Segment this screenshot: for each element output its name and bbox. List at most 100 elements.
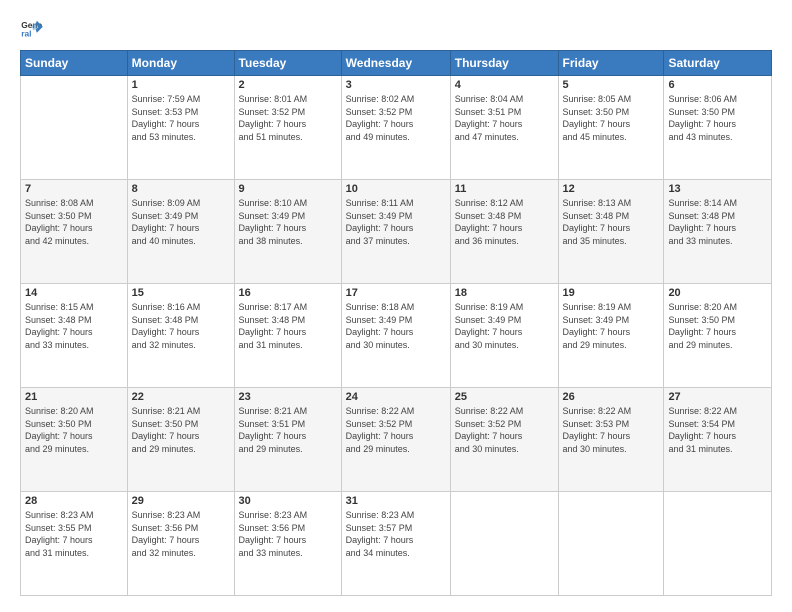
calendar-cell: 7 Sunrise: 8:08 AM Sunset: 3:50 PM Daylig…	[21, 180, 128, 284]
day-info: Sunrise: 8:13 AM Sunset: 3:48 PM Dayligh…	[563, 197, 660, 247]
day-number: 26	[563, 391, 660, 403]
calendar-cell: 22 Sunrise: 8:21 AM Sunset: 3:50 PM Dayli…	[127, 388, 234, 492]
day-number: 3	[346, 79, 446, 91]
day-info: Sunrise: 8:23 AM Sunset: 3:56 PM Dayligh…	[132, 509, 230, 559]
weekday-header-thursday: Thursday	[450, 51, 558, 76]
day-number: 18	[455, 287, 554, 299]
day-info: Sunrise: 8:06 AM Sunset: 3:50 PM Dayligh…	[668, 93, 767, 143]
day-number: 28	[25, 495, 123, 507]
day-info: Sunrise: 8:21 AM Sunset: 3:51 PM Dayligh…	[239, 405, 337, 455]
day-number: 19	[563, 287, 660, 299]
day-number: 27	[668, 391, 767, 403]
day-number: 13	[668, 183, 767, 195]
logo-icon: Gene ral	[20, 16, 44, 40]
calendar-cell: 8Sunrise: 8:09 AM Sunset: 3:49 PM Daylig…	[127, 180, 234, 284]
calendar-week-row: 28 Sunrise: 8:23 AM Sunset: 3:55 PM Dayli…	[21, 492, 772, 596]
day-number: 1	[132, 79, 230, 91]
day-info: Sunrise: 8:16 AM Sunset: 3:48 PM Dayligh…	[132, 301, 230, 351]
calendar-cell: 29 Sunrise: 8:23 AM Sunset: 3:56 PM Dayli…	[127, 492, 234, 596]
calendar-cell: 2 Sunrise: 8:01 AM Sunset: 3:52 PM Daylig…	[234, 76, 341, 180]
logo: Gene ral	[20, 16, 48, 40]
day-number: 25	[455, 391, 554, 403]
calendar-cell: 9Sunrise: 8:10 AM Sunset: 3:49 PM Daylig…	[234, 180, 341, 284]
calendar-cell: 26 Sunrise: 8:22 AM Sunset: 3:53 PM Dayli…	[558, 388, 664, 492]
day-info: Sunrise: 8:19 AM Sunset: 3:49 PM Dayligh…	[455, 301, 554, 351]
calendar-cell: 20 Sunrise: 8:20 AM Sunset: 3:50 PM Dayli…	[664, 284, 772, 388]
day-number: 30	[239, 495, 337, 507]
calendar-cell	[664, 492, 772, 596]
day-info: Sunrise: 8:15 AM Sunset: 3:48 PM Dayligh…	[25, 301, 123, 351]
day-number: 11	[455, 183, 554, 195]
calendar-cell	[21, 76, 128, 180]
weekday-header-tuesday: Tuesday	[234, 51, 341, 76]
day-info: Sunrise: 8:04 AM Sunset: 3:51 PM Dayligh…	[455, 93, 554, 143]
calendar-cell: 1Sunrise: 7:59 AM Sunset: 3:53 PM Daylig…	[127, 76, 234, 180]
calendar-cell: 6 Sunrise: 8:06 AM Sunset: 3:50 PM Daylig…	[664, 76, 772, 180]
day-info: Sunrise: 8:01 AM Sunset: 3:52 PM Dayligh…	[239, 93, 337, 143]
calendar-cell: 16 Sunrise: 8:17 AM Sunset: 3:48 PM Dayli…	[234, 284, 341, 388]
calendar-week-row: 1Sunrise: 7:59 AM Sunset: 3:53 PM Daylig…	[21, 76, 772, 180]
calendar-cell: 21Sunrise: 8:20 AM Sunset: 3:50 PM Dayli…	[21, 388, 128, 492]
day-info: Sunrise: 8:22 AM Sunset: 3:52 PM Dayligh…	[455, 405, 554, 455]
calendar-cell: 12 Sunrise: 8:13 AM Sunset: 3:48 PM Dayli…	[558, 180, 664, 284]
calendar-cell: 28 Sunrise: 8:23 AM Sunset: 3:55 PM Dayli…	[21, 492, 128, 596]
calendar-cell: 11 Sunrise: 8:12 AM Sunset: 3:48 PM Dayli…	[450, 180, 558, 284]
day-number: 20	[668, 287, 767, 299]
calendar-cell: 27 Sunrise: 8:22 AM Sunset: 3:54 PM Dayli…	[664, 388, 772, 492]
calendar-cell: 5 Sunrise: 8:05 AM Sunset: 3:50 PM Daylig…	[558, 76, 664, 180]
day-number: 7	[25, 183, 123, 195]
day-info: Sunrise: 8:18 AM Sunset: 3:49 PM Dayligh…	[346, 301, 446, 351]
calendar-cell: 19 Sunrise: 8:19 AM Sunset: 3:49 PM Dayli…	[558, 284, 664, 388]
day-info: Sunrise: 8:23 AM Sunset: 3:57 PM Dayligh…	[346, 509, 446, 559]
day-info: Sunrise: 8:22 AM Sunset: 3:52 PM Dayligh…	[346, 405, 446, 455]
calendar-cell: 31Sunrise: 8:23 AM Sunset: 3:57 PM Dayli…	[341, 492, 450, 596]
calendar-week-row: 14 Sunrise: 8:15 AM Sunset: 3:48 PM Dayli…	[21, 284, 772, 388]
svg-text:ral: ral	[21, 28, 31, 38]
day-number: 12	[563, 183, 660, 195]
day-info: Sunrise: 8:22 AM Sunset: 3:54 PM Dayligh…	[668, 405, 767, 455]
calendar-cell: 24 Sunrise: 8:22 AM Sunset: 3:52 PM Dayli…	[341, 388, 450, 492]
calendar-cell: 25 Sunrise: 8:22 AM Sunset: 3:52 PM Dayli…	[450, 388, 558, 492]
weekday-header-row: SundayMondayTuesdayWednesdayThursdayFrid…	[21, 51, 772, 76]
day-info: Sunrise: 8:14 AM Sunset: 3:48 PM Dayligh…	[668, 197, 767, 247]
day-number: 2	[239, 79, 337, 91]
weekday-header-monday: Monday	[127, 51, 234, 76]
day-number: 24	[346, 391, 446, 403]
day-info: Sunrise: 8:09 AM Sunset: 3:49 PM Dayligh…	[132, 197, 230, 247]
calendar-cell	[558, 492, 664, 596]
day-info: Sunrise: 8:12 AM Sunset: 3:48 PM Dayligh…	[455, 197, 554, 247]
day-info: Sunrise: 8:08 AM Sunset: 3:50 PM Dayligh…	[25, 197, 123, 247]
day-number: 5	[563, 79, 660, 91]
day-info: Sunrise: 8:21 AM Sunset: 3:50 PM Dayligh…	[132, 405, 230, 455]
calendar-table: SundayMondayTuesdayWednesdayThursdayFrid…	[20, 50, 772, 596]
page-header: Gene ral	[20, 16, 772, 40]
day-number: 16	[239, 287, 337, 299]
day-info: Sunrise: 8:20 AM Sunset: 3:50 PM Dayligh…	[668, 301, 767, 351]
weekday-header-saturday: Saturday	[664, 51, 772, 76]
day-info: Sunrise: 8:05 AM Sunset: 3:50 PM Dayligh…	[563, 93, 660, 143]
calendar-cell: 30 Sunrise: 8:23 AM Sunset: 3:56 PM Dayli…	[234, 492, 341, 596]
calendar-cell	[450, 492, 558, 596]
day-info: Sunrise: 8:22 AM Sunset: 3:53 PM Dayligh…	[563, 405, 660, 455]
day-number: 4	[455, 79, 554, 91]
day-number: 9	[239, 183, 337, 195]
calendar-cell: 14 Sunrise: 8:15 AM Sunset: 3:48 PM Dayli…	[21, 284, 128, 388]
weekday-header-wednesday: Wednesday	[341, 51, 450, 76]
calendar-cell: 17 Sunrise: 8:18 AM Sunset: 3:49 PM Dayli…	[341, 284, 450, 388]
day-info: Sunrise: 8:11 AM Sunset: 3:49 PM Dayligh…	[346, 197, 446, 247]
day-number: 15	[132, 287, 230, 299]
day-info: Sunrise: 8:23 AM Sunset: 3:56 PM Dayligh…	[239, 509, 337, 559]
day-info: Sunrise: 8:19 AM Sunset: 3:49 PM Dayligh…	[563, 301, 660, 351]
calendar-cell: 3 Sunrise: 8:02 AM Sunset: 3:52 PM Daylig…	[341, 76, 450, 180]
day-number: 6	[668, 79, 767, 91]
day-info: Sunrise: 8:02 AM Sunset: 3:52 PM Dayligh…	[346, 93, 446, 143]
day-info: Sunrise: 8:23 AM Sunset: 3:55 PM Dayligh…	[25, 509, 123, 559]
calendar-week-row: 7 Sunrise: 8:08 AM Sunset: 3:50 PM Daylig…	[21, 180, 772, 284]
calendar-cell: 23 Sunrise: 8:21 AM Sunset: 3:51 PM Dayli…	[234, 388, 341, 492]
day-number: 23	[239, 391, 337, 403]
day-number: 29	[132, 495, 230, 507]
day-info: Sunrise: 8:17 AM Sunset: 3:48 PM Dayligh…	[239, 301, 337, 351]
day-number: 14	[25, 287, 123, 299]
day-number: 22	[132, 391, 230, 403]
day-number: 17	[346, 287, 446, 299]
